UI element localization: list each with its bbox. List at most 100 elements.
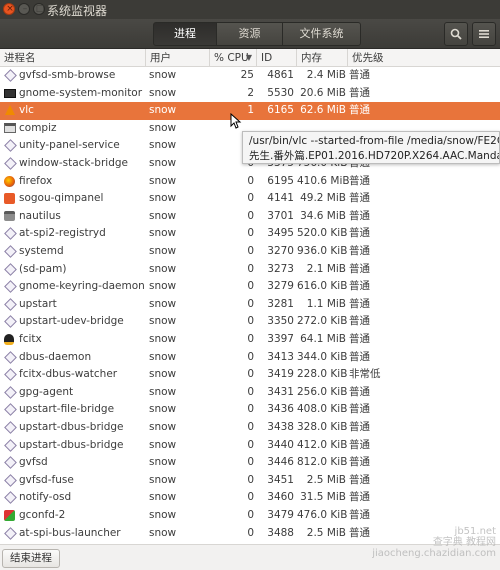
- process-user: snow: [149, 421, 177, 433]
- process-memory: 408.0 KiB: [297, 403, 348, 416]
- table-row[interactable]: firefox snow 0 6195 410.6 MiB 普通: [0, 173, 500, 191]
- process-id: 3701: [267, 209, 294, 222]
- column-header-priority[interactable]: 优先级: [348, 49, 500, 67]
- table-row[interactable]: fcitx-dbus-watcher snow 0 3419 228.0 KiB 非常低: [0, 366, 500, 384]
- header-bar: 进程 资源 文件系统: [0, 19, 500, 49]
- process-priority: 普通: [349, 509, 370, 521]
- process-priority: 普通: [349, 385, 370, 398]
- process-cpu: 0: [247, 297, 254, 310]
- table-row[interactable]: vlc snow 1 6165 62.6 MiB 普通: [0, 102, 500, 120]
- process-name: systemd: [19, 245, 64, 257]
- column-header-cpu[interactable]: % CPU ▼: [210, 49, 257, 67]
- table-row[interactable]: gconfd-2 snow 0 3479 476.0 KiB 普通: [0, 507, 500, 525]
- table-row[interactable]: nautilus snow 0 3701 34.6 MiB 普通: [0, 208, 500, 226]
- menu-button[interactable]: [472, 22, 496, 46]
- icon-glyph: [4, 175, 15, 187]
- process-memory: 812.0 KiB: [297, 456, 348, 469]
- close-icon[interactable]: ×: [3, 3, 15, 15]
- process-user: snow: [149, 473, 177, 486]
- table-row[interactable]: gvfsd-fuse snow 0 3451 2.5 MiB 普通: [0, 472, 500, 490]
- process-id: 3273: [267, 262, 294, 275]
- diamond-icon: [4, 421, 17, 434]
- process-memory: 410.6 MiB: [297, 174, 350, 187]
- icon-glyph: [4, 526, 17, 540]
- column-header-memory[interactable]: 内存: [297, 49, 348, 67]
- process-name: upstart-file-bridge: [19, 403, 115, 416]
- tab-resources[interactable]: 资源: [217, 22, 283, 46]
- process-memory: 20.6 MiB: [300, 86, 346, 99]
- column-header-name[interactable]: 进程名: [0, 49, 146, 67]
- process-user: snow: [149, 403, 177, 416]
- process-name: upstart-udev-bridge: [19, 315, 124, 328]
- table-row[interactable]: at-spi2-registryd snow 0 3495 520.0 KiB 普通: [0, 225, 500, 243]
- table-row[interactable]: dbus-daemon snow 0 3413 344.0 KiB 普通: [0, 349, 500, 367]
- process-priority: 普通: [349, 333, 370, 345]
- table-header: 进程名 用户 % CPU ▼ ID 内存 优先级: [0, 49, 500, 67]
- process-memory: 344.0 KiB: [297, 350, 348, 363]
- process-name: firefox: [19, 174, 53, 187]
- process-priority: 普通: [349, 209, 370, 222]
- process-memory: 49.2 MiB: [300, 192, 346, 205]
- table-row[interactable]: gnome-keyring-daemon snow 0 3279 616.0 KiB 普通: [0, 278, 500, 296]
- process-name: gpg-agent: [19, 385, 74, 398]
- table-row[interactable]: upstart-file-bridge snow 0 3436 408.0 KiB 普通: [0, 401, 500, 419]
- end-process-button[interactable]: 结束进程(P): [2, 549, 60, 570]
- minimize-icon[interactable]: –: [18, 3, 30, 15]
- process-user: snow: [149, 262, 177, 275]
- process-id: 3270: [267, 245, 294, 257]
- process-name: at-spi2-registryd: [19, 227, 106, 240]
- process-memory: 2.5 MiB: [306, 473, 346, 486]
- process-cpu: 0: [247, 333, 254, 345]
- table-row[interactable]: upstart-udev-bridge snow 0 3350 272.0 KiB 普通: [0, 313, 500, 331]
- process-memory: 256.0 KiB: [297, 385, 348, 398]
- process-priority: 普通: [349, 473, 370, 486]
- process-name: gnome-keyring-daemon: [19, 280, 145, 293]
- table-row[interactable]: gnome-system-monitor snow 2 5530 20.6 MiB 普通: [0, 85, 500, 103]
- tab-processes[interactable]: 进程: [153, 22, 217, 46]
- process-priority: 普通: [349, 456, 370, 469]
- icon-glyph: [4, 139, 17, 153]
- process-id: 3495: [267, 227, 294, 240]
- maximize-icon[interactable]: □: [33, 3, 45, 15]
- table-row[interactable]: systemd snow 0 3270 936.0 KiB 普通: [0, 243, 500, 261]
- table-row[interactable]: fcitx snow 0 3397 64.1 MiB 普通: [0, 331, 500, 349]
- table-row[interactable]: notify-osd snow 0 3460 31.5 MiB 普通: [0, 489, 500, 507]
- watermark-line-3: jiaocheng.chazidian.com: [372, 548, 496, 559]
- icon-glyph: [4, 262, 17, 276]
- process-cpu: 0: [247, 385, 254, 398]
- column-header-id[interactable]: ID: [257, 49, 297, 67]
- view-tabs: 进程 资源 文件系统: [153, 22, 361, 46]
- table-row[interactable]: sogou-qimpanel snow 0 4141 49.2 MiB 普通: [0, 190, 500, 208]
- process-user: snow: [149, 209, 177, 222]
- table-row[interactable]: gpg-agent snow 0 3431 256.0 KiB 普通: [0, 384, 500, 402]
- process-cpu: 0: [247, 262, 254, 275]
- icon-glyph: [4, 350, 17, 364]
- sort-descending-icon: ▼: [245, 53, 252, 62]
- process-id: 3281: [267, 297, 294, 310]
- process-memory: 412.0 KiB: [297, 438, 348, 451]
- column-header-user[interactable]: 用户: [146, 49, 210, 67]
- icon-glyph: [4, 385, 17, 399]
- icon-glyph: [4, 227, 17, 241]
- table-row[interactable]: gvfsd snow 0 3446 812.0 KiB 普通: [0, 454, 500, 472]
- watermark: jb51.net 查字典 教程网 jiaocheng.chazidian.com: [372, 526, 496, 559]
- table-row[interactable]: upstart-dbus-bridge snow 0 3438 328.0 KiB 普通: [0, 419, 500, 437]
- icon-glyph: [4, 157, 17, 170]
- table-row[interactable]: upstart snow 0 3281 1.1 MiB 普通: [0, 296, 500, 314]
- process-cpu: 0: [247, 280, 254, 293]
- process-priority: 普通: [349, 86, 370, 99]
- table-row[interactable]: gvfsd-smb-browse snow 25 4861 2.4 MiB 普通: [0, 67, 500, 85]
- tab-file-systems[interactable]: 文件系统: [283, 22, 361, 46]
- table-row[interactable]: (sd-pam) snow 0 3273 2.1 MiB 普通: [0, 261, 500, 279]
- window-controls: × – □: [3, 3, 45, 15]
- icon-glyph: [4, 456, 17, 470]
- process-memory: 228.0 KiB: [297, 368, 348, 381]
- process-user: snow: [149, 245, 177, 257]
- diamond-icon: [4, 245, 17, 258]
- process-id: 3460: [267, 491, 294, 504]
- table-row[interactable]: upstart-dbus-bridge snow 0 3440 412.0 KiB 普通: [0, 437, 500, 455]
- process-id: 6165: [267, 104, 294, 117]
- process-memory: 272.0 KiB: [297, 315, 348, 328]
- search-button[interactable]: [444, 22, 468, 46]
- process-name: at-spi-bus-launcher: [19, 526, 121, 539]
